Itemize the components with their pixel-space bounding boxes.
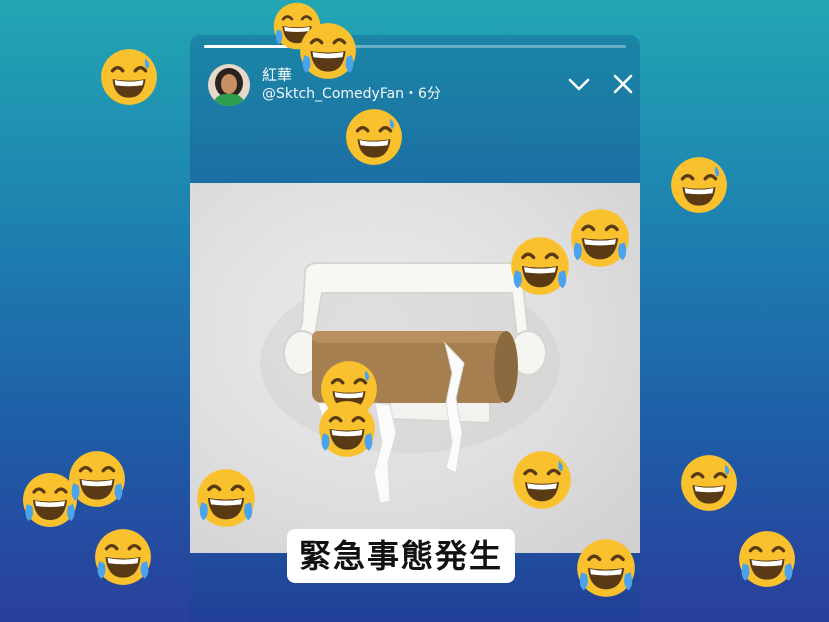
face-with-tears-of-joy-icon (574, 536, 638, 600)
story-caption: 緊急事態発生 (287, 529, 516, 583)
face-with-tears-of-joy-icon (92, 526, 154, 588)
grinning-face-with-sweat-icon (510, 448, 574, 512)
grinning-face-with-sweat-icon (678, 452, 740, 514)
face-with-tears-of-joy-icon (194, 466, 258, 530)
face-with-tears-of-joy-icon (568, 206, 632, 270)
chevron-down-icon[interactable] (566, 71, 592, 97)
avatar[interactable] (208, 64, 250, 106)
grinning-face-with-sweat-icon (98, 46, 160, 108)
face-with-tears-of-joy-icon (508, 234, 572, 298)
face-with-tears-of-joy-icon (297, 20, 359, 82)
face-with-tears-of-joy-icon (66, 448, 128, 510)
face-with-tears-of-joy-icon (316, 398, 378, 460)
face-with-tears-of-joy-icon (736, 528, 798, 590)
user-handle-time[interactable]: @Sktch_ComedyFan・6分 (262, 85, 441, 104)
story-card[interactable]: 紅華 @Sktch_ComedyFan・6分 緊急事態発生 (190, 35, 640, 622)
grinning-face-with-sweat-icon (343, 106, 405, 168)
story-header: 紅華 @Sktch_ComedyFan・6分 (208, 61, 633, 109)
grinning-face-with-sweat-icon (668, 154, 730, 216)
close-icon[interactable] (610, 71, 636, 97)
